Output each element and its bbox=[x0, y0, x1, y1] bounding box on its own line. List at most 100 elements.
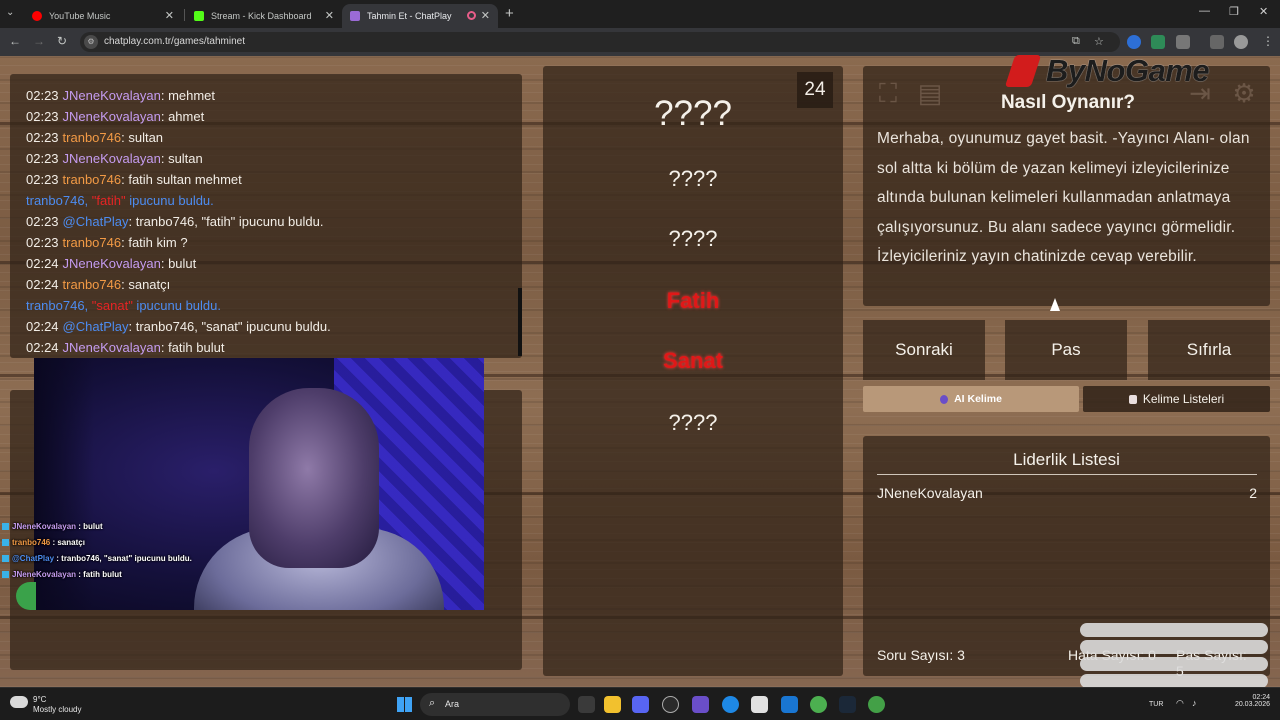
reload-icon[interactable]: ↻ bbox=[57, 34, 67, 48]
chat-username[interactable]: @ChatPlay bbox=[63, 214, 129, 229]
cloud-icon[interactable] bbox=[10, 696, 28, 708]
maximize-icon[interactable]: ❐ bbox=[1229, 5, 1239, 18]
hint-word-hidden: ???? bbox=[668, 166, 718, 191]
site-info-icon[interactable]: ⚙ bbox=[84, 35, 98, 49]
steam-icon[interactable] bbox=[839, 696, 856, 713]
extension-icon[interactable] bbox=[1127, 35, 1141, 49]
tab-search-icon[interactable]: ⌄ bbox=[6, 7, 14, 18]
tab-chatplay[interactable]: Tahmin Et - ChatPlay ✕ bbox=[342, 4, 498, 28]
chat-text: : sanatçı bbox=[121, 277, 171, 292]
stream-indicator bbox=[16, 582, 36, 610]
back-icon[interactable]: ← bbox=[9, 34, 21, 48]
menu-icon[interactable]: ⋮ bbox=[1262, 34, 1274, 48]
chrome-profile-icon[interactable] bbox=[868, 696, 885, 713]
chat-username[interactable]: tranbo746 bbox=[63, 172, 122, 187]
chat-found-hint: "fatih" bbox=[91, 193, 126, 208]
discord-icon[interactable] bbox=[632, 696, 649, 713]
how-to-play-panel: ⛶ ▤ Nasıl Oynanır? ⇥ ⚙ Merhaba, oyunumuz… bbox=[863, 66, 1270, 306]
volume-icon[interactable]: ♪ bbox=[1192, 698, 1197, 708]
close-tab-icon[interactable]: ✕ bbox=[165, 9, 174, 22]
settings-gear-icon[interactable]: ⚙ bbox=[1227, 76, 1261, 110]
chrome-icon[interactable] bbox=[810, 696, 827, 713]
new-tab-icon[interactable]: + bbox=[505, 5, 514, 22]
reading-list-icon[interactable] bbox=[1210, 35, 1224, 49]
word-lists-button[interactable]: Kelime Listeleri bbox=[1083, 386, 1270, 412]
chat-timestamp: 02:23 bbox=[26, 130, 59, 145]
chat-username[interactable]: JNeneKovalayan bbox=[63, 109, 161, 124]
close-window-icon[interactable]: ✕ bbox=[1259, 5, 1268, 18]
chat-username[interactable]: @ChatPlay bbox=[63, 319, 129, 334]
wifi-icon[interactable]: ◠ bbox=[1176, 698, 1184, 709]
fullscreen-icon[interactable]: ⛶ bbox=[871, 76, 905, 110]
kick-icon bbox=[194, 11, 204, 21]
chat-message: 02:23 JNeneKovalayan: sultan bbox=[26, 148, 506, 169]
chat-message: 02:23 JNeneKovalayan: mehmet bbox=[26, 85, 506, 106]
forward-icon[interactable]: → bbox=[33, 34, 45, 48]
extension-icon[interactable] bbox=[1151, 35, 1165, 49]
reset-button[interactable]: Sıfırla bbox=[1148, 320, 1270, 380]
word-lists-label: Kelime Listeleri bbox=[1142, 392, 1225, 406]
extensions-puzzle-icon[interactable] bbox=[1176, 35, 1190, 49]
clock[interactable]: 02:24 20.03.2026 bbox=[1235, 694, 1270, 708]
task-view-icon[interactable] bbox=[578, 696, 595, 713]
recording-icon bbox=[467, 11, 476, 20]
outlook-icon[interactable] bbox=[781, 696, 798, 713]
chat-timestamp: 02:24 bbox=[26, 277, 59, 292]
chat-username[interactable]: tranbo746, bbox=[26, 298, 92, 313]
language-indicator[interactable]: TUR bbox=[1149, 701, 1163, 708]
store-icon[interactable] bbox=[751, 696, 768, 713]
profile-avatar-icon[interactable] bbox=[1234, 35, 1248, 49]
close-tab-icon[interactable]: ✕ bbox=[325, 9, 334, 22]
weather-temperature[interactable]: 9°C bbox=[33, 695, 46, 704]
clock-time: 02:24 bbox=[1252, 694, 1270, 701]
chat-timestamp: 02:24 bbox=[26, 256, 59, 271]
player-name: JNeneKovalayan bbox=[877, 485, 983, 501]
chat-text: : tranbo746, "fatih" ipucunu buldu. bbox=[128, 214, 324, 229]
tab-kick-dashboard[interactable]: Stream - Kick Dashboard ✕ bbox=[186, 4, 342, 28]
close-tab-icon[interactable]: ✕ bbox=[481, 9, 490, 22]
chat-badge-icon bbox=[2, 555, 9, 563]
document-icon[interactable]: ▤ bbox=[913, 76, 947, 110]
chat-username[interactable]: tranbo746 bbox=[63, 277, 122, 292]
obs-icon[interactable] bbox=[662, 696, 679, 713]
chat-found-hint: "sanat" bbox=[91, 298, 133, 313]
edge-icon[interactable] bbox=[722, 696, 739, 713]
tab-youtube-music[interactable]: YouTube Music ✕ bbox=[24, 4, 182, 28]
chat-timestamp: 02:23 bbox=[26, 214, 59, 229]
chat-badge-icon bbox=[2, 523, 9, 531]
tab-title: Tahmin Et - ChatPlay bbox=[367, 11, 452, 21]
translate-icon[interactable]: ⧉ bbox=[1072, 35, 1080, 48]
app-icon[interactable] bbox=[692, 696, 709, 713]
chat-scrollbar[interactable] bbox=[518, 288, 522, 356]
overlay-chat-username: @ChatPlay bbox=[12, 554, 55, 563]
taskbar-search[interactable]: ⌕ Ara bbox=[420, 693, 570, 716]
chat-text: : fatih kim ? bbox=[121, 235, 188, 250]
bookmark-star-icon[interactable]: ☆ bbox=[1094, 35, 1104, 48]
question-count: Soru Sayısı: 3 bbox=[877, 647, 965, 663]
chat-username[interactable]: tranbo746, bbox=[26, 193, 92, 208]
overlay-chat-message: JNeneKovalayan : bulut bbox=[2, 519, 232, 535]
chat-username[interactable]: JNeneKovalayan bbox=[63, 151, 161, 166]
next-button[interactable]: Sonraki bbox=[863, 320, 985, 380]
address-bar[interactable]: ⚙ chatplay.com.tr/games/tahminet ⧉ ☆ bbox=[80, 32, 1120, 52]
chat-username[interactable]: JNeneKovalayan bbox=[63, 340, 161, 355]
chat-timestamp: 02:23 bbox=[26, 151, 59, 166]
tab-divider bbox=[184, 9, 185, 21]
chat-message: 02:23 tranbo746: sultan bbox=[26, 127, 506, 148]
pass-button[interactable]: Pas bbox=[1005, 320, 1127, 380]
file-explorer-icon[interactable] bbox=[604, 696, 621, 713]
chat-message: tranbo746, "fatih" ipucunu buldu. bbox=[26, 190, 506, 211]
alert-pill bbox=[1080, 657, 1268, 671]
windows-start-icon[interactable] bbox=[397, 697, 412, 712]
tab-title: Stream - Kick Dashboard bbox=[211, 11, 312, 21]
minimize-icon[interactable]: — bbox=[1199, 5, 1210, 17]
ai-word-button[interactable]: AI Kelime bbox=[863, 386, 1079, 412]
weather-description[interactable]: Mostly cloudy bbox=[33, 705, 81, 714]
chat-username[interactable]: tranbo746 bbox=[63, 130, 122, 145]
chat-username[interactable]: JNeneKovalayan bbox=[63, 88, 161, 103]
chat-timestamp: 02:23 bbox=[26, 109, 59, 124]
chat-username[interactable]: tranbo746 bbox=[63, 235, 122, 250]
overlay-chat-message: JNeneKovalayan : fatih bulut bbox=[2, 567, 232, 583]
chat-username[interactable]: JNeneKovalayan bbox=[63, 256, 161, 271]
chat-message: 02:24 JNeneKovalayan: fatih bulut bbox=[26, 337, 506, 358]
